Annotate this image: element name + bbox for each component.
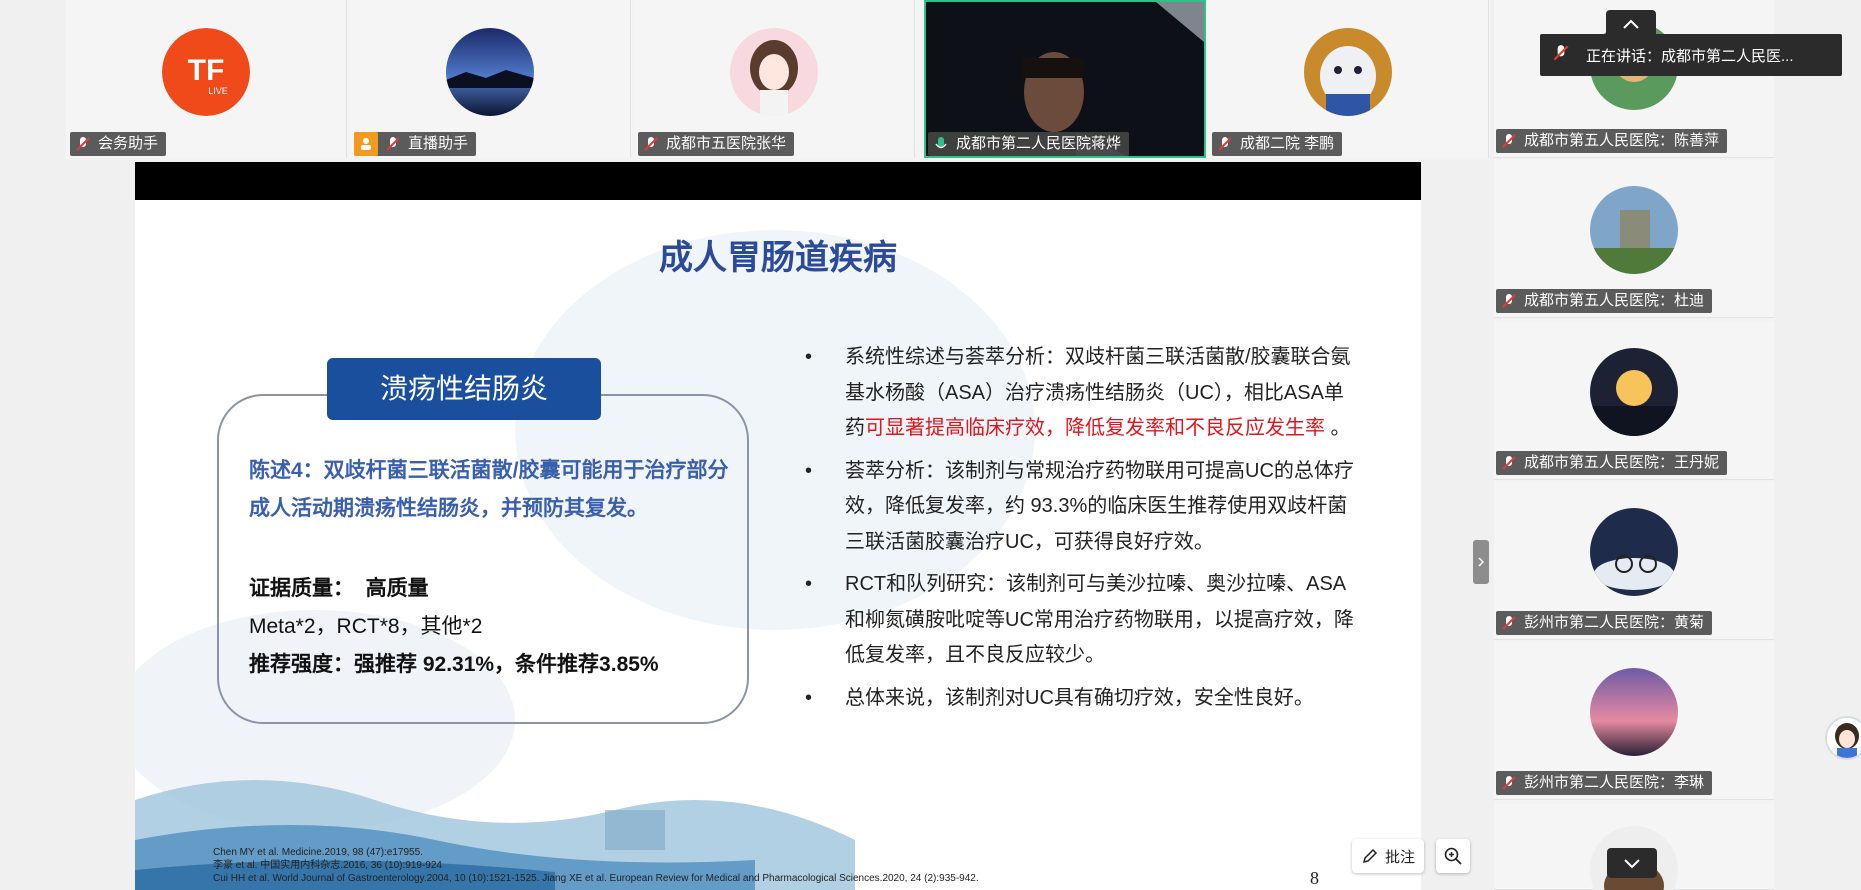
participant-tile[interactable]: 成都二院 李鹏 (1208, 0, 1489, 158)
references: Chen MY et al. Medicine.2019, 98 (47):e1… (213, 846, 979, 885)
panel-toggle-button[interactable] (1473, 540, 1489, 584)
mic-muted-icon (1216, 135, 1234, 153)
host-badge-icon (354, 132, 378, 156)
participant-name: 成都市第五人民医院：陈善萍 (1524, 132, 1720, 149)
reference-item: Chen MY et al. Medicine.2019, 98 (47):e1… (213, 847, 423, 858)
slide-page-number: 8 (1310, 868, 1319, 888)
participant-name: 成都市五医院张华 (666, 135, 787, 152)
mic-muted-icon (1552, 44, 1570, 66)
participant-nametag: 成都市第五人民医院：陈善萍 (1496, 129, 1728, 153)
participant-nametag: 直播助手 (354, 132, 477, 156)
chevron-down-icon (1624, 859, 1640, 869)
participant-name: 成都二院 李鹏 (1240, 135, 1335, 152)
participant-video-tile-active[interactable]: 成都市第二人民医院蒋烨 (924, 0, 1206, 158)
svg-text:TF: TF (188, 54, 225, 87)
evidence-block: 证据质量： 高质量 Meta*2，RCT*8，其他*2 推荐强度：强推荐 92.… (249, 570, 659, 684)
participant-name: 彭州市第二人民医院：李琳 (1524, 774, 1705, 791)
pink-sky-avatar-icon (1590, 668, 1678, 756)
participant-nametag: 成都市第二人民医院蒋烨 (928, 132, 1130, 156)
collapse-down-button[interactable] (1607, 848, 1657, 878)
reference-item: Cui HH et al. World Journal of Gastroent… (213, 873, 979, 884)
participant-nametag: 会务助手 (70, 132, 167, 156)
chevron-up-icon (1623, 19, 1639, 29)
bullet-list: 系统性综述与荟萃分析：双歧杆菌三联活菌散/胶囊联合氨基水杨酸（ASA）治疗溃疡性… (797, 340, 1357, 723)
mic-muted-icon (384, 135, 402, 153)
mic-muted-icon (1500, 292, 1518, 310)
bullet-item: 荟萃分析：该制剂与常规治疗药物联用可提高UC的总体疗效，降低复发率，约 93.3… (797, 454, 1357, 561)
participant-column-right: 成都市第五人民医院：陈善萍 成都市第五人民医院：杜迪 成都市第五人民医院：王丹妮 (1494, 0, 1774, 890)
mic-muted-icon (1500, 454, 1518, 472)
live-logo-icon: TF LIVE (162, 28, 250, 116)
participant-nametag: 成都市第五人民医院：王丹妮 (1496, 451, 1728, 475)
participant-tile[interactable]: 彭州市第二人民医院：黄菊 (1494, 482, 1774, 640)
participant-name: 成都市第五人民医院：杜迪 (1524, 292, 1705, 309)
reference-item: 李豪 et al. 中国实用内科杂志.2016, 36 (10):919-924 (213, 860, 442, 871)
slide-top-bar (135, 162, 1421, 200)
assistant-avatar-icon (1827, 718, 1861, 758)
bullet-text-end: 。 (1325, 417, 1351, 439)
bullet-item: RCT和队列研究：该制剂可与美沙拉嗪、奥沙拉嗪、ASA和柳氮磺胺吡啶等UC常用治… (797, 567, 1357, 674)
bullet-item: 总体来说，该制剂对UC具有确切疗效，安全性良好。 (797, 681, 1357, 717)
participant-tile[interactable]: 直播助手 (350, 0, 631, 158)
annotate-label: 批注 (1384, 848, 1415, 866)
speaking-name: 成都市第二人民医... (1661, 47, 1794, 65)
mic-on-icon (932, 135, 950, 153)
participant-name: 成都市第五人民医院：王丹妮 (1524, 454, 1720, 471)
meeting-window: TF LIVE 会务助手 直播助手 成都市五医院张华 成都市第二人民医院蒋烨 成… (0, 0, 1861, 890)
study-counts: Meta*2，RCT*8，其他*2 (249, 615, 483, 638)
sunset-lake-avatar-icon (1590, 348, 1678, 436)
evidence-value: 高质量 (365, 577, 429, 600)
annotate-button[interactable]: 批注 (1352, 839, 1424, 873)
zoom-in-icon (1444, 847, 1462, 865)
plush-toy-avatar-icon (1304, 28, 1392, 116)
participant-name: 成都市第二人民医院蒋烨 (956, 135, 1122, 152)
evidence-label: 证据质量： (249, 577, 354, 600)
disease-tag: 溃疡性结肠炎 (327, 358, 601, 420)
participant-strip-top: TF LIVE 会务助手 直播助手 成都市五医院张华 成都市第二人民医院蒋烨 成… (66, 0, 1490, 160)
participant-nametag: 成都市第五人民医院：杜迪 (1496, 289, 1713, 313)
participant-nametag: 彭州市第二人民医院：黄菊 (1496, 611, 1713, 635)
participant-name: 会务助手 (98, 135, 159, 152)
participant-nametag: 成都市五医院张华 (638, 132, 795, 156)
night-lake-avatar-icon (446, 28, 534, 116)
mic-muted-icon (74, 135, 92, 153)
assistant-avatar-button[interactable] (1825, 716, 1861, 760)
presentation-slide: 成人胃肠道疾病 溃疡性结肠炎 陈述4：双歧杆菌三联活菌散/胶囊可能用于治疗部分成… (135, 200, 1421, 890)
participant-name: 彭州市第二人民医院：黄菊 (1524, 614, 1705, 631)
mic-muted-icon (1500, 132, 1518, 150)
snow-bike-avatar-icon (1590, 508, 1678, 596)
mic-muted-icon (1500, 614, 1518, 632)
chevron-right-icon (1478, 557, 1485, 567)
zoom-button[interactable] (1436, 839, 1470, 873)
mic-muted-icon (1500, 774, 1518, 792)
statement-text: 陈述4：双歧杆菌三联活菌散/胶囊可能用于治疗部分成人活动期溃疡性结肠炎，并预防其… (249, 459, 729, 520)
participant-tile[interactable]: 成都市第五人民医院：杜迪 (1494, 160, 1774, 318)
speaking-indicator: 正在讲话： 成都市第二人民医... (1540, 34, 1842, 76)
participant-tile[interactable]: 彭州市第二人民医院：李琳 (1494, 642, 1774, 800)
mic-muted-icon (642, 135, 660, 153)
participant-name: 直播助手 (408, 135, 469, 152)
participant-nametag: 成都二院 李鹏 (1212, 132, 1343, 156)
participant-tile[interactable]: 成都市五医院张华 (634, 0, 915, 158)
anime-girl-avatar-icon (730, 28, 818, 116)
svg-text:LIVE: LIVE (208, 86, 228, 96)
participant-nametag: 彭州市第二人民医院：李琳 (1496, 771, 1713, 795)
bullet-item: 系统性综述与荟萃分析：双歧杆菌三联活菌散/胶囊联合氨基水杨酸（ASA）治疗溃疡性… (797, 340, 1357, 447)
participant-tile[interactable]: 成都市第五人民医院：王丹妮 (1494, 322, 1774, 480)
speaking-label: 正在讲话： (1586, 47, 1662, 65)
slide-title: 成人胃肠道疾病 (659, 239, 897, 277)
castle-avatar-icon (1590, 186, 1678, 274)
bullet-highlight: 可显著提高临床疗效，降低复发率和不良反应发生率 (865, 417, 1325, 439)
pen-icon (1362, 848, 1378, 864)
participant-tile[interactable]: TF LIVE 会务助手 (66, 0, 347, 158)
recommendation-strength: 推荐强度：强推荐 92.31%，条件推荐3.85% (249, 653, 659, 676)
